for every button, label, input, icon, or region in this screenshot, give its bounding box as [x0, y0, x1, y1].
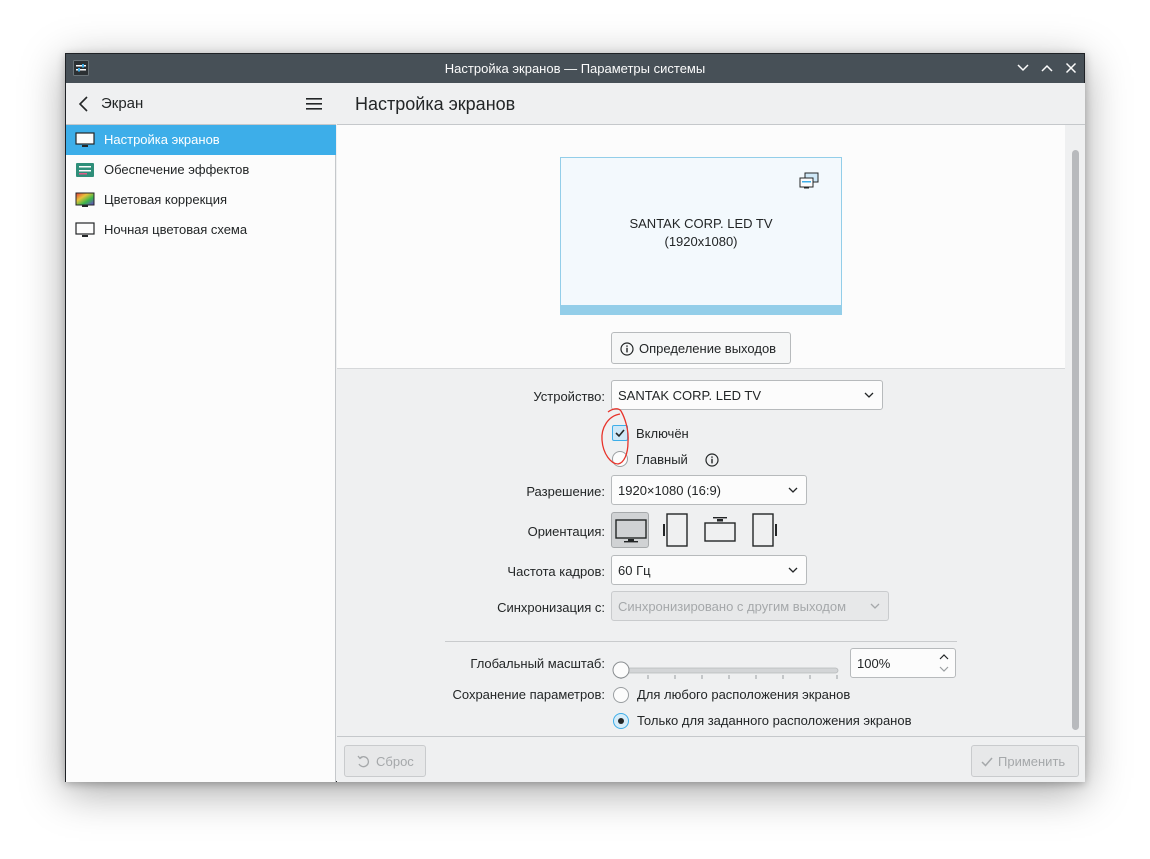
resolution-label: Разрешение:: [526, 484, 605, 499]
identify-outputs-label: Определение выходов: [639, 341, 777, 356]
sidebar-item-label: Обеспечение эффектов: [104, 162, 250, 177]
refresh-rate-label: Частота кадров:: [507, 564, 605, 579]
sidebar-item-label: Цветовая коррекция: [104, 192, 228, 207]
minimize-icon[interactable]: [1015, 60, 1031, 76]
spin-arrows-icon[interactable]: [939, 652, 949, 674]
device-label: Устройство:: [533, 389, 605, 404]
apply-label: Применить: [998, 754, 1066, 769]
sidebar-item-label: Ночная цветовая схема: [104, 222, 248, 237]
orientation-landscape-button[interactable]: [611, 512, 649, 548]
save-specific-layout-label[interactable]: Только для заданного расположения экрано…: [637, 713, 912, 728]
settings-window: Настройка экранов — Параметры системы Эк…: [65, 53, 1085, 782]
inverted-monitor-icon: [704, 517, 736, 542]
sidebar-item-color-correction[interactable]: Цветовая коррекция: [66, 185, 336, 215]
refresh-rate-value: 60 Гц: [618, 563, 651, 578]
main-panel: Настройка экранов SANTAK CORP. LED TV (1…: [337, 83, 1085, 782]
identify-outputs-button[interactable]: Определение выходов: [611, 332, 791, 364]
save-specific-layout-radio[interactable]: [613, 713, 629, 729]
device-value: SANTAK CORP. LED TV: [618, 388, 762, 403]
display-switch-icon: [799, 172, 819, 189]
maximize-icon[interactable]: [1039, 60, 1055, 76]
scrollbar-thumb[interactable]: [1072, 150, 1079, 730]
save-any-layout-radio[interactable]: [613, 687, 629, 703]
screen-name: SANTAK CORP. LED TV: [629, 216, 773, 231]
apply-button[interactable]: Применить: [971, 745, 1079, 777]
check-icon: [981, 757, 993, 767]
footer-bar: Сброс Применить: [337, 736, 1085, 782]
sidebar-item-compositor[interactable]: Обеспечение эффектов: [66, 155, 336, 185]
sync-label: Синхронизация с:: [497, 600, 605, 615]
screen-resolution: (1920x1080): [664, 234, 738, 249]
primary-label[interactable]: Главный: [636, 452, 688, 467]
checkmark-icon: [615, 429, 625, 438]
primary-radio[interactable]: [612, 451, 628, 467]
portrait-right-monitor-icon: [752, 513, 777, 547]
screen-tile[interactable]: SANTAK CORP. LED TV (1920x1080): [560, 157, 842, 315]
sidebar-item-night-color[interactable]: Ночная цветовая схема: [66, 215, 336, 245]
orientation-portrait-left-button[interactable]: [657, 512, 695, 548]
close-icon[interactable]: [1063, 60, 1079, 76]
chevron-down-icon: [788, 567, 798, 573]
info-icon[interactable]: [705, 453, 719, 467]
resolution-select[interactable]: 1920×1080 (16:9): [611, 475, 807, 505]
resolution-value: 1920×1080 (16:9): [618, 483, 722, 498]
hamburger-menu-icon[interactable]: [305, 96, 323, 112]
info-icon: [620, 342, 634, 356]
orientation-portrait-right-button[interactable]: [745, 512, 783, 548]
monitor-icon: [75, 132, 95, 147]
sync-value: Синхронизировано с другим выходом: [618, 599, 847, 614]
landscape-monitor-icon: [615, 519, 647, 543]
output-settings-form: Устройство: SANTAK CORP. LED TV Включён …: [337, 369, 1065, 736]
sidebar: Экран Настройка экранов Обеспечение эффе…: [66, 83, 336, 782]
global-scale-slider[interactable]: [612, 661, 842, 679]
enabled-label[interactable]: Включён: [636, 426, 689, 441]
chevron-down-icon: [788, 487, 798, 493]
page-title: Настройка экранов: [355, 94, 516, 114]
sidebar-item-display-config[interactable]: Настройка экранов: [66, 125, 336, 155]
refresh-rate-select[interactable]: 60 Гц: [611, 555, 807, 585]
global-scale-value: 100%: [857, 656, 891, 671]
device-select[interactable]: SANTAK CORP. LED TV: [611, 380, 883, 410]
sync-select: Синхронизировано с другим выходом: [611, 591, 889, 621]
chevron-down-icon: [864, 392, 874, 398]
global-scale-label: Глобальный масштаб:: [470, 656, 605, 671]
enabled-checkbox[interactable]: [612, 425, 628, 441]
reset-button[interactable]: Сброс: [344, 745, 426, 777]
undo-icon: [357, 755, 369, 768]
sidebar-header: Экран: [66, 83, 336, 125]
portrait-left-monitor-icon: [663, 513, 688, 547]
save-any-layout-label[interactable]: Для любого расположения экранов: [637, 687, 850, 702]
reset-label: Сброс: [376, 754, 414, 769]
window-title: Настройка экранов — Параметры системы: [444, 61, 706, 76]
color-correction-icon: [75, 192, 95, 207]
separator: [445, 641, 957, 642]
sidebar-back-label[interactable]: Экран: [101, 95, 143, 112]
chevron-down-icon: [870, 603, 880, 609]
main-header: Настройка экранов: [337, 83, 1085, 125]
back-arrow-icon[interactable]: [76, 95, 92, 113]
compositor-icon: [76, 163, 94, 177]
orientation-label: Ориентация:: [527, 524, 605, 539]
orientation-inverted-button[interactable]: [701, 512, 739, 548]
global-scale-spinbox[interactable]: 100%: [850, 648, 956, 678]
monitor-icon: [75, 222, 95, 237]
screen-primary-bar: [561, 305, 841, 314]
save-params-label: Сохранение параметров:: [452, 687, 605, 702]
titlebar[interactable]: Настройка экранов — Параметры системы: [66, 54, 1084, 83]
screen-layout-area[interactable]: SANTAK CORP. LED TV (1920x1080) Определе…: [337, 125, 1065, 369]
sidebar-item-label: Настройка экранов: [104, 132, 220, 147]
